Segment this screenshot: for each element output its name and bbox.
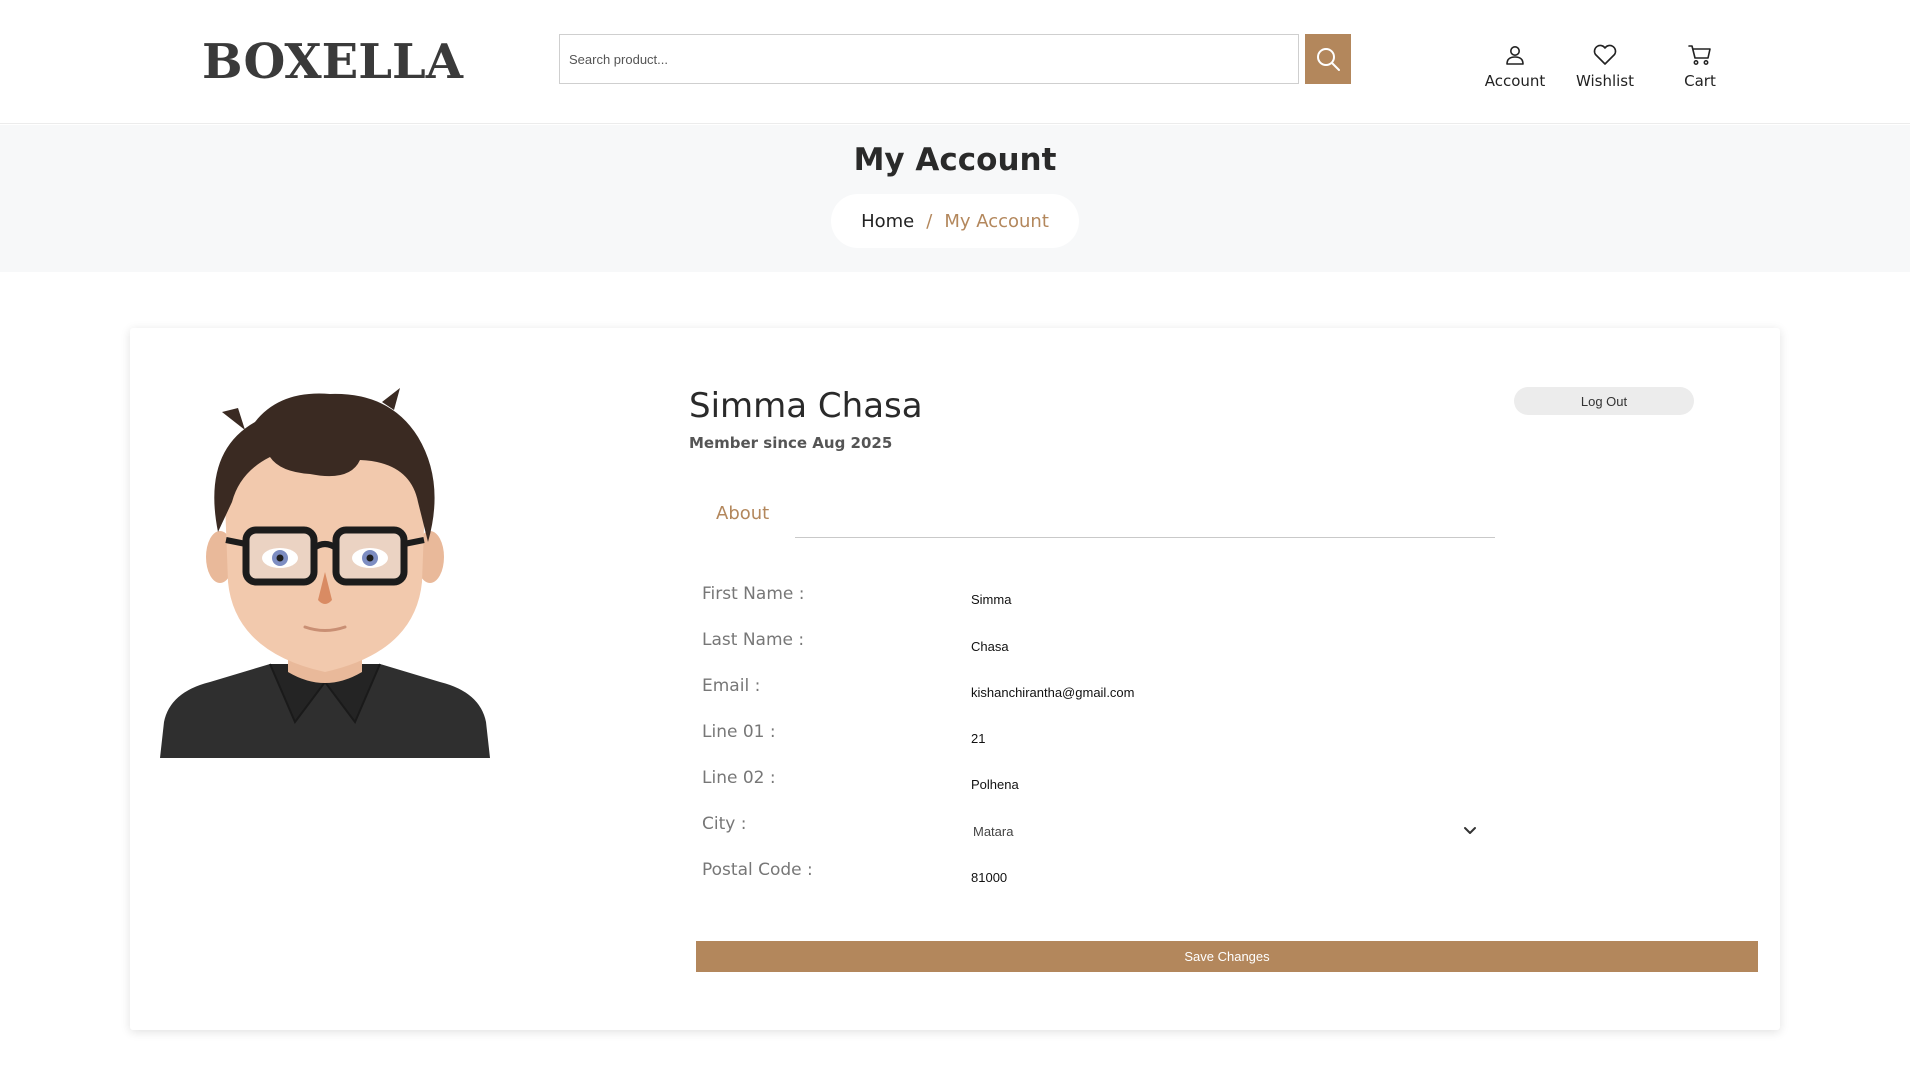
search-button[interactable] xyxy=(1305,34,1351,84)
logout-button[interactable]: Log Out xyxy=(1514,387,1694,415)
save-changes-button[interactable]: Save Changes xyxy=(696,941,1758,972)
first-name-label: First Name : xyxy=(702,584,805,604)
last-name-field[interactable] xyxy=(965,631,1485,661)
postal-code-label: Postal Code : xyxy=(702,860,813,880)
profile-name: Simma Chasa xyxy=(689,386,923,426)
nav-cart-label: Cart xyxy=(1684,72,1716,90)
heart-icon xyxy=(1593,44,1617,65)
first-name-field[interactable] xyxy=(965,584,1485,614)
chevron-down-icon xyxy=(1464,827,1476,834)
tab-about[interactable]: About xyxy=(716,503,769,524)
site-header: BOXELLA Account Wishlist Cart xyxy=(0,0,1910,124)
city-select[interactable]: Matara xyxy=(965,816,1485,846)
nav-cart[interactable]: Cart xyxy=(1670,44,1730,90)
avatar xyxy=(160,388,490,758)
brand-logo[interactable]: BOXELLA xyxy=(202,34,463,90)
nav-wishlist-label: Wishlist xyxy=(1575,72,1635,90)
nav-account[interactable]: Account xyxy=(1480,44,1550,90)
last-name-label: Last Name : xyxy=(702,630,805,650)
search-icon xyxy=(1317,48,1340,71)
page-title: My Account xyxy=(853,142,1057,178)
line1-field[interactable] xyxy=(965,723,1485,753)
breadcrumb: Home / My Account xyxy=(831,194,1079,248)
email-label: Email : xyxy=(702,676,761,696)
nav-account-label: Account xyxy=(1484,72,1546,90)
line2-field[interactable] xyxy=(965,769,1485,799)
city-select-value: Matara xyxy=(973,823,1014,839)
breadcrumb-separator: / xyxy=(926,210,933,232)
cart-icon xyxy=(1688,45,1711,65)
line1-label: Line 01 : xyxy=(702,722,776,742)
search-input[interactable] xyxy=(559,34,1299,84)
city-label: City : xyxy=(702,814,747,834)
tab-divider xyxy=(795,537,1495,538)
breadcrumb-current: My Account xyxy=(944,210,1049,232)
postal-code-field[interactable] xyxy=(965,862,1485,892)
line2-label: Line 02 : xyxy=(702,768,776,788)
email-field[interactable] xyxy=(965,677,1485,707)
user-icon xyxy=(1506,46,1524,65)
nav-wishlist[interactable]: Wishlist xyxy=(1572,44,1638,90)
breadcrumb-home-link[interactable]: Home xyxy=(861,211,914,232)
member-since: Member since Aug 2025 xyxy=(689,434,893,452)
